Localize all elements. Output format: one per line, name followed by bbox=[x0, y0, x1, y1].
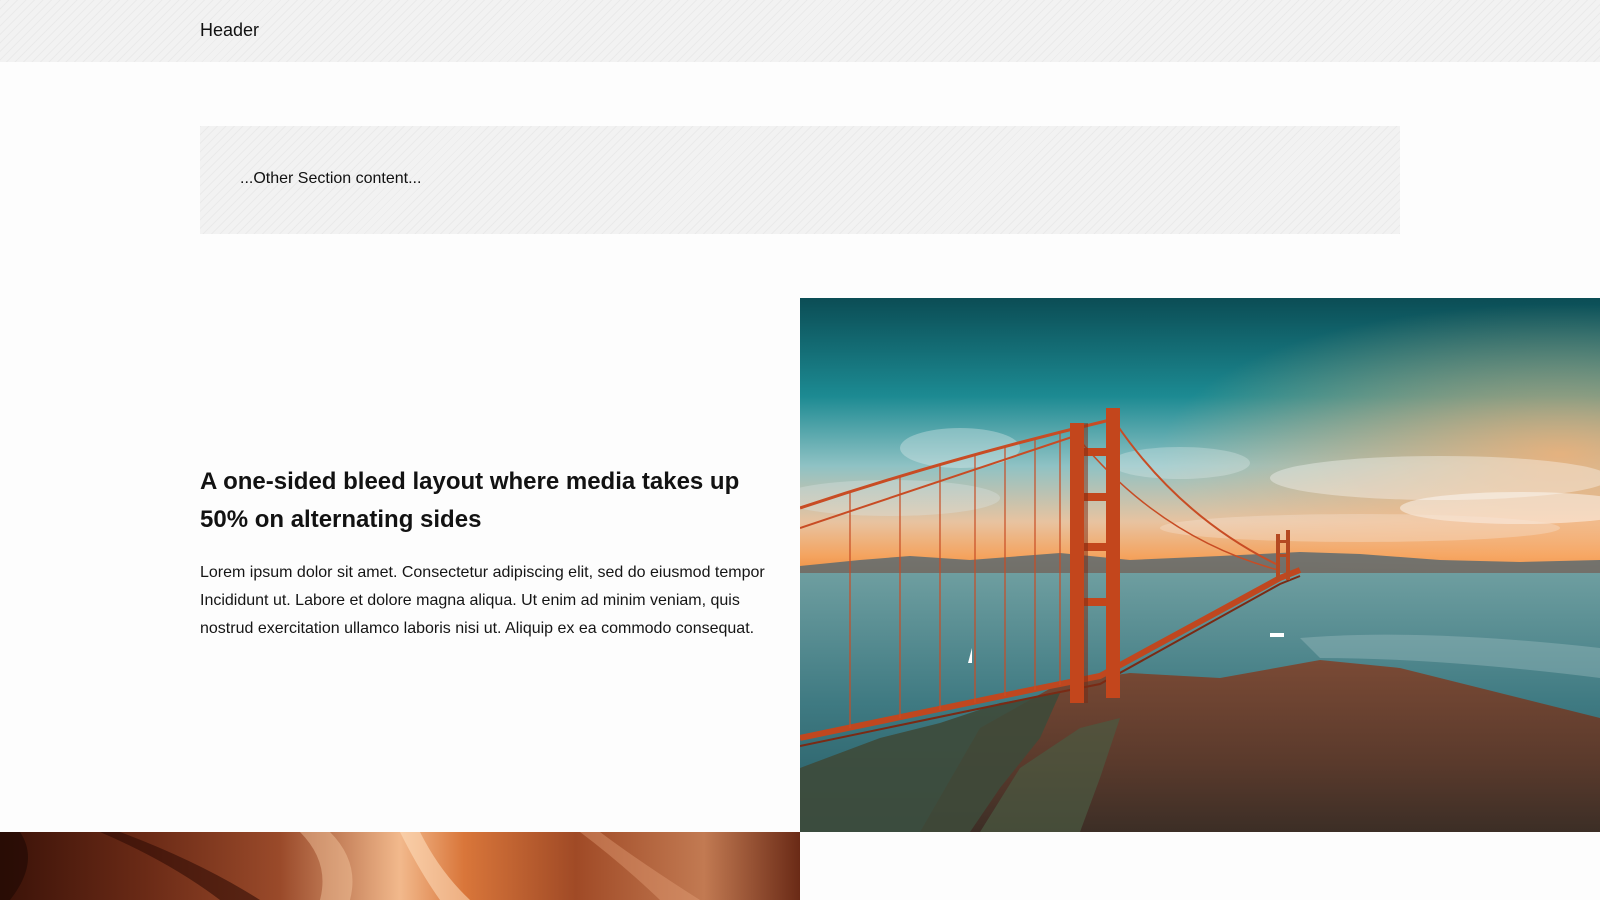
bridge-photo bbox=[800, 298, 1600, 832]
canyon-photo-illustration bbox=[0, 832, 800, 900]
site-header: Header bbox=[0, 0, 1600, 62]
canyon-photo bbox=[0, 832, 800, 900]
bridge-photo-illustration bbox=[800, 298, 1600, 832]
other-section: ...Other Section content... bbox=[200, 126, 1400, 234]
other-section-text: ...Other Section content... bbox=[240, 170, 422, 187]
feature-body: Lorem ipsum dolor sit amet. Consectetur … bbox=[200, 564, 765, 637]
feature-text-block: A one-sided bleed layout where media tak… bbox=[200, 463, 770, 643]
feature-title: A one-sided bleed layout where media tak… bbox=[200, 468, 740, 533]
page: Header ...Other Section content... A one… bbox=[0, 0, 1600, 900]
header-title: Header bbox=[200, 20, 260, 40]
